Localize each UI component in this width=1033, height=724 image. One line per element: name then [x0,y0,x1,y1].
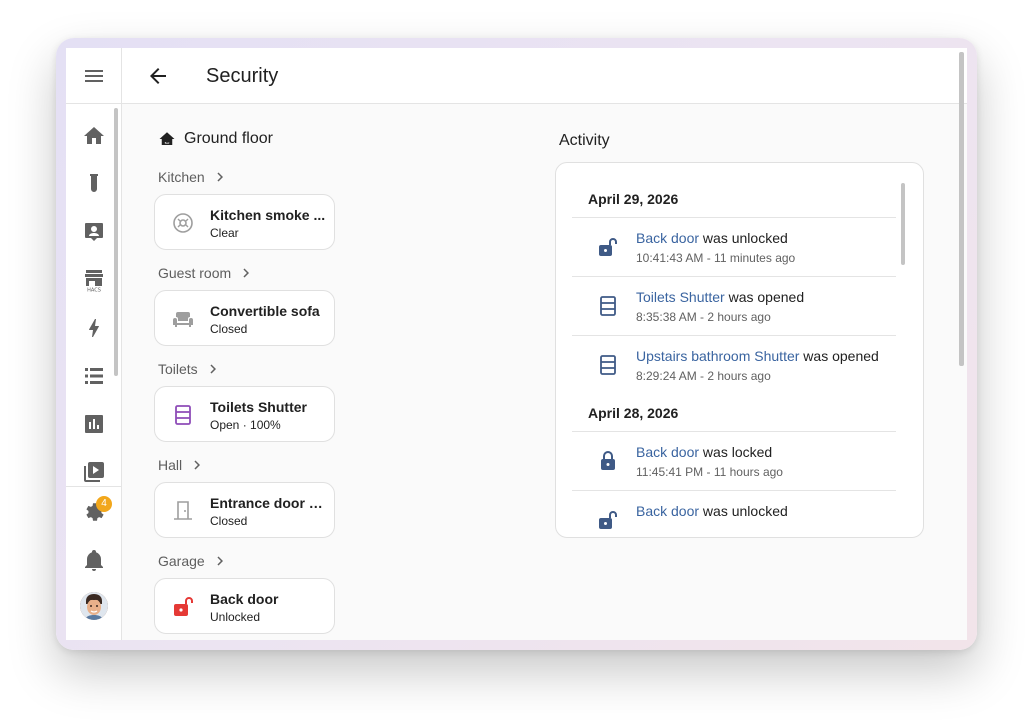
activity-entry: Upstairs bathroom Shutter was opened 8:2… [596,336,896,394]
activity-scrollbar[interactable] [901,183,905,265]
entity-name: Kitchen smoke ... [210,207,326,223]
window-shutter-icon [600,355,616,375]
activity-title: Activity [559,132,610,149]
account-box-icon[interactable] [82,220,106,244]
activity-time: 11:45:41 PM - 11 hours ago [636,465,783,479]
chevron-right-icon [194,460,201,470]
lock-icon [601,451,615,470]
activity-entry: Back door was unlocked [596,491,896,537]
entity-link[interactable]: Back door [636,444,699,460]
media-play-icon[interactable] [82,460,106,484]
activity-action: was opened [724,289,805,305]
home-floor-icon: G [159,132,175,145]
avatar[interactable] [80,592,108,620]
lightning-bolt-icon[interactable] [82,316,106,340]
chevron-right-icon [217,172,223,182]
entity-state: Unlocked [210,610,261,624]
activity-time: 8:35:38 AM - 2 hours ago [636,310,771,324]
area-header: G Ground floor [158,130,273,148]
activity-action: was unlocked [699,230,788,246]
chevron-right-icon [243,268,250,278]
entity-name: Entrance door D... [210,495,326,511]
room-name: Toilets [158,361,198,377]
entity-tile-entrance-door[interactable]: Entrance door D... Closed [154,482,335,538]
activity-date: April 29, 2026 [588,191,679,207]
entity-state: Open · 100% [210,418,281,432]
room-heading-garage[interactable]: Garage [158,552,229,570]
activity-time: 8:29:24 AM - 2 hours ago [636,369,771,383]
entity-link[interactable]: Toilets Shutter [636,289,725,305]
area-title: Ground floor [184,130,273,147]
lock-open-icon [599,511,617,529]
room-heading-toilets[interactable]: Toilets [158,360,222,378]
entity-link[interactable]: Back door [636,230,699,246]
room-heading-kitchen[interactable]: Kitchen [158,168,229,186]
activity-date: April 28, 2026 [588,405,679,421]
entity-state: Closed [210,514,248,528]
bell-icon[interactable] [82,548,106,572]
entity-state: Closed [210,322,248,336]
lock-open-icon [599,238,617,256]
sofa-icon [173,312,193,327]
activity-time: 10:41:43 AM - 11 minutes ago [636,251,796,265]
sidebar-header [66,48,122,104]
chevron-right-icon [217,556,223,566]
page-scrollbar[interactable] [959,52,964,366]
sidebar-scrollbar[interactable] [114,108,118,376]
activity-action: was opened [799,348,879,364]
entity-link[interactable]: Back door [636,503,699,519]
hacs-store-icon[interactable]: HACS [82,268,106,292]
activity-card: April 29, 2026 Back door was unlocked 10… [555,162,924,538]
room-name: Guest room [158,265,232,281]
app-window: HACS 4 Security G Ground floor Kitchen K… [66,48,967,640]
entity-name: Back door [210,591,279,607]
chevron-right-icon [210,364,216,374]
activity-entry: Toilets Shutter was opened 8:35:38 AM - … [596,277,896,335]
activity-action: was locked [699,444,773,460]
page-title: Security [206,65,279,87]
activity-entry: Back door was unlocked 10:41:43 AM - 11 … [596,218,896,276]
door-closed-icon [174,501,192,520]
room-heading-guest-room[interactable]: Guest room [158,264,255,282]
settings-badge: 4 [96,496,112,512]
format-list-icon[interactable] [82,364,106,388]
room-name: Kitchen [158,169,205,185]
entity-tile-kitchen-smoke[interactable]: Kitchen smoke ... Clear [154,194,335,250]
flask-icon[interactable] [82,172,106,196]
svg-text:HACS: HACS [87,288,101,293]
home-icon[interactable] [82,124,106,148]
top-bar: Security [122,48,967,104]
entity-name: Toilets Shutter [210,399,307,415]
svg-text:G: G [165,139,169,145]
menu-icon[interactable] [82,64,106,88]
window-shutter-icon [600,296,616,316]
sidebar-divider [66,486,122,487]
entity-name: Convertible sofa [210,303,320,319]
bar-chart-icon[interactable] [82,412,106,436]
back-arrow-icon[interactable] [146,64,170,88]
sidebar: HACS 4 [66,48,122,640]
smoke-detector-icon [173,213,193,233]
entity-tile-toilets-shutter[interactable]: Toilets Shutter Open · 100% [154,386,335,442]
room-heading-hall[interactable]: Hall [158,456,206,474]
entity-state: Clear [210,226,239,240]
entity-tile-back-door[interactable]: Back door Unlocked [154,578,335,634]
window-shutter-open-icon [175,405,191,425]
room-name: Hall [158,457,183,473]
entity-link[interactable]: Upstairs bathroom Shutter [636,348,799,364]
room-name: Garage [158,553,205,569]
lock-open-icon [174,597,193,616]
activity-entry: Back door was locked 11:45:41 PM - 11 ho… [596,432,896,490]
entity-tile-convertible-sofa[interactable]: Convertible sofa Closed [154,290,335,346]
activity-action: was unlocked [699,503,788,519]
